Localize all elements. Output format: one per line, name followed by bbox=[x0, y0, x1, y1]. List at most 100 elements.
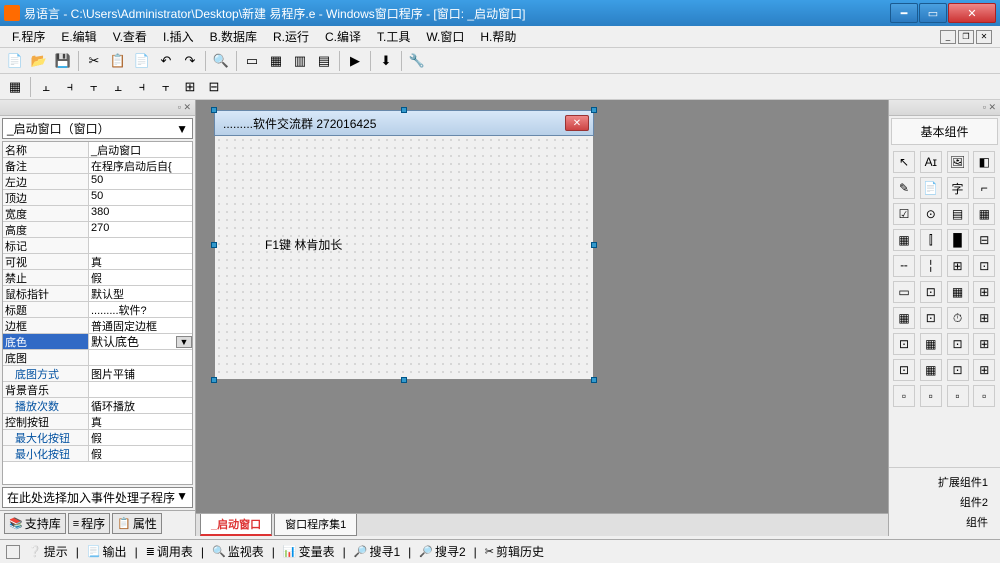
design-surface[interactable]: .........软件交流群 272016425 ✕ F1键 林肯加长 _启动窗… bbox=[196, 100, 888, 536]
align-right-icon[interactable]: ⫟ bbox=[83, 76, 105, 98]
property-value[interactable]: 假 bbox=[89, 270, 192, 285]
layout4-icon[interactable]: ▤ bbox=[313, 50, 335, 72]
component-icon[interactable]: ▫ bbox=[920, 385, 942, 407]
tab-startup-window[interactable]: _启动窗口 bbox=[200, 514, 272, 536]
resize-handle-se[interactable] bbox=[591, 377, 597, 383]
open-icon[interactable]: 📂 bbox=[28, 50, 50, 72]
bb-search2[interactable]: 🔎 搜寻2 bbox=[415, 543, 469, 560]
mdi-restore[interactable]: ❐ bbox=[958, 30, 974, 44]
property-value[interactable]: 50 bbox=[89, 174, 192, 189]
property-value[interactable]: 真 bbox=[89, 414, 192, 429]
property-row[interactable]: 备注在程序启动后自{ bbox=[3, 158, 192, 174]
undo-icon[interactable]: ↶ bbox=[155, 50, 177, 72]
menu-edit[interactable]: E.编辑 bbox=[53, 26, 104, 47]
bb-output[interactable]: 📃 输出 bbox=[83, 543, 131, 560]
property-row[interactable]: 左边50 bbox=[3, 174, 192, 190]
property-row[interactable]: 最大化按钮假 bbox=[3, 430, 192, 446]
property-value[interactable] bbox=[89, 350, 192, 365]
event-selector[interactable]: 在此处选择加入事件处理子程序▼ bbox=[2, 487, 193, 508]
panel-handle[interactable]: ▫ ✕ bbox=[0, 100, 195, 116]
component-icon[interactable]: ⊙ bbox=[920, 203, 942, 225]
component-icon[interactable]: █ bbox=[947, 229, 969, 251]
property-row[interactable]: 鼠标指针默认型 bbox=[3, 286, 192, 302]
tool-icon[interactable]: 🔧 bbox=[406, 50, 428, 72]
component-icon[interactable]: ⊡ bbox=[947, 333, 969, 355]
tab-properties[interactable]: 📋 属性 bbox=[112, 513, 162, 534]
property-row[interactable]: 可视真 bbox=[3, 254, 192, 270]
component-icon[interactable]: ╌ bbox=[893, 255, 915, 277]
component-icon[interactable]: ▦ bbox=[947, 281, 969, 303]
align-mid-icon[interactable]: ⫞ bbox=[131, 76, 153, 98]
component-icon[interactable]: ⊞ bbox=[973, 281, 995, 303]
menu-run[interactable]: R.运行 bbox=[265, 26, 317, 47]
property-row[interactable]: 边框普通固定边框 bbox=[3, 318, 192, 334]
property-row[interactable]: 禁止假 bbox=[3, 270, 192, 286]
resize-handle-e[interactable] bbox=[591, 242, 597, 248]
ext-item-1[interactable]: 扩展组件1 bbox=[893, 472, 996, 492]
component-icon[interactable]: ⊡ bbox=[947, 359, 969, 381]
component-icon[interactable]: ☑ bbox=[893, 203, 915, 225]
align-center-icon[interactable]: ⫞ bbox=[59, 76, 81, 98]
property-row[interactable]: 宽度380 bbox=[3, 206, 192, 222]
same-width-icon[interactable]: ⊞ bbox=[179, 76, 201, 98]
property-row[interactable]: 底色默认底色▼ bbox=[3, 334, 192, 350]
property-value[interactable]: _启动窗口 bbox=[89, 142, 192, 157]
property-row[interactable]: 高度270 bbox=[3, 222, 192, 238]
property-row[interactable]: 顶边50 bbox=[3, 190, 192, 206]
form-label[interactable]: F1键 林肯加长 bbox=[265, 236, 342, 253]
run-icon[interactable]: ▶ bbox=[344, 50, 366, 72]
component-icon[interactable]: Aɪ bbox=[920, 151, 942, 173]
layout2-icon[interactable]: ▦ bbox=[265, 50, 287, 72]
property-row[interactable]: 播放次数循环播放 bbox=[3, 398, 192, 414]
property-row[interactable]: 控制按钮真 bbox=[3, 414, 192, 430]
component-icon[interactable]: ▦ bbox=[893, 307, 915, 329]
property-row[interactable]: 标题.........软件? bbox=[3, 302, 192, 318]
minimize-button[interactable]: ━ bbox=[890, 3, 918, 23]
component-icon[interactable]: ◧ bbox=[973, 151, 995, 173]
component-icon[interactable]: ⊞ bbox=[973, 307, 995, 329]
bb-search1[interactable]: 🔎 搜寻1 bbox=[350, 543, 404, 560]
component-icon[interactable]: ▫ bbox=[973, 385, 995, 407]
menu-tools[interactable]: T.工具 bbox=[369, 26, 418, 47]
tab-window-program-set[interactable]: 窗口程序集1 bbox=[274, 514, 357, 536]
save-icon[interactable]: 💾 bbox=[52, 50, 74, 72]
property-value[interactable]: 假 bbox=[89, 446, 192, 461]
property-value[interactable]: 在程序启动后自{ bbox=[89, 158, 192, 173]
component-icon[interactable]: ⊞ bbox=[947, 255, 969, 277]
bb-watch[interactable]: 🔍 监视表 bbox=[208, 543, 268, 560]
component-icon[interactable]: ⊡ bbox=[920, 281, 942, 303]
component-icon[interactable]: ▫ bbox=[947, 385, 969, 407]
close-button[interactable]: ✕ bbox=[948, 3, 996, 23]
property-value[interactable]: 图片平铺 bbox=[89, 366, 192, 381]
property-value[interactable] bbox=[89, 382, 192, 397]
component-icon[interactable]: ⏱ bbox=[947, 307, 969, 329]
align-bottom-icon[interactable]: ⫟ bbox=[155, 76, 177, 98]
component-icon[interactable]: ▦ bbox=[920, 359, 942, 381]
component-icon[interactable]: ⊡ bbox=[973, 255, 995, 277]
menu-window[interactable]: W.窗口 bbox=[418, 26, 472, 47]
right-panel-handle[interactable]: ▫ ✕ bbox=[889, 100, 1000, 116]
align-top-icon[interactable]: ⫠ bbox=[107, 76, 129, 98]
redo-icon[interactable]: ↷ bbox=[179, 50, 201, 72]
cut-icon[interactable]: ✂ bbox=[83, 50, 105, 72]
align-left-icon[interactable]: ⫠ bbox=[35, 76, 57, 98]
property-row[interactable]: 底图 bbox=[3, 350, 192, 366]
component-icon[interactable]: ▭ bbox=[893, 281, 915, 303]
property-value[interactable]: 默认型 bbox=[89, 286, 192, 301]
component-icon[interactable]: 📄 bbox=[920, 177, 942, 199]
bb-cliphistory[interactable]: ✂ 剪辑历史 bbox=[481, 543, 548, 560]
resize-handle-w[interactable] bbox=[211, 242, 217, 248]
component-icon[interactable]: 字 bbox=[947, 177, 969, 199]
object-selector[interactable]: _启动窗口（窗口）▼ bbox=[2, 118, 193, 139]
resize-handle-ne[interactable] bbox=[591, 107, 597, 113]
component-icon[interactable]: ↖ bbox=[893, 151, 915, 173]
component-icon[interactable]: ⊡ bbox=[893, 333, 915, 355]
property-value[interactable]: 50 bbox=[89, 190, 192, 205]
component-icon[interactable]: ⊡ bbox=[893, 359, 915, 381]
menu-help[interactable]: H.帮助 bbox=[472, 26, 524, 47]
property-row[interactable]: 标记 bbox=[3, 238, 192, 254]
component-icon[interactable]: 🖼 bbox=[947, 151, 969, 173]
resize-handle-s[interactable] bbox=[401, 377, 407, 383]
layout1-icon[interactable]: ▭ bbox=[241, 50, 263, 72]
find-icon[interactable]: 🔍 bbox=[210, 50, 232, 72]
